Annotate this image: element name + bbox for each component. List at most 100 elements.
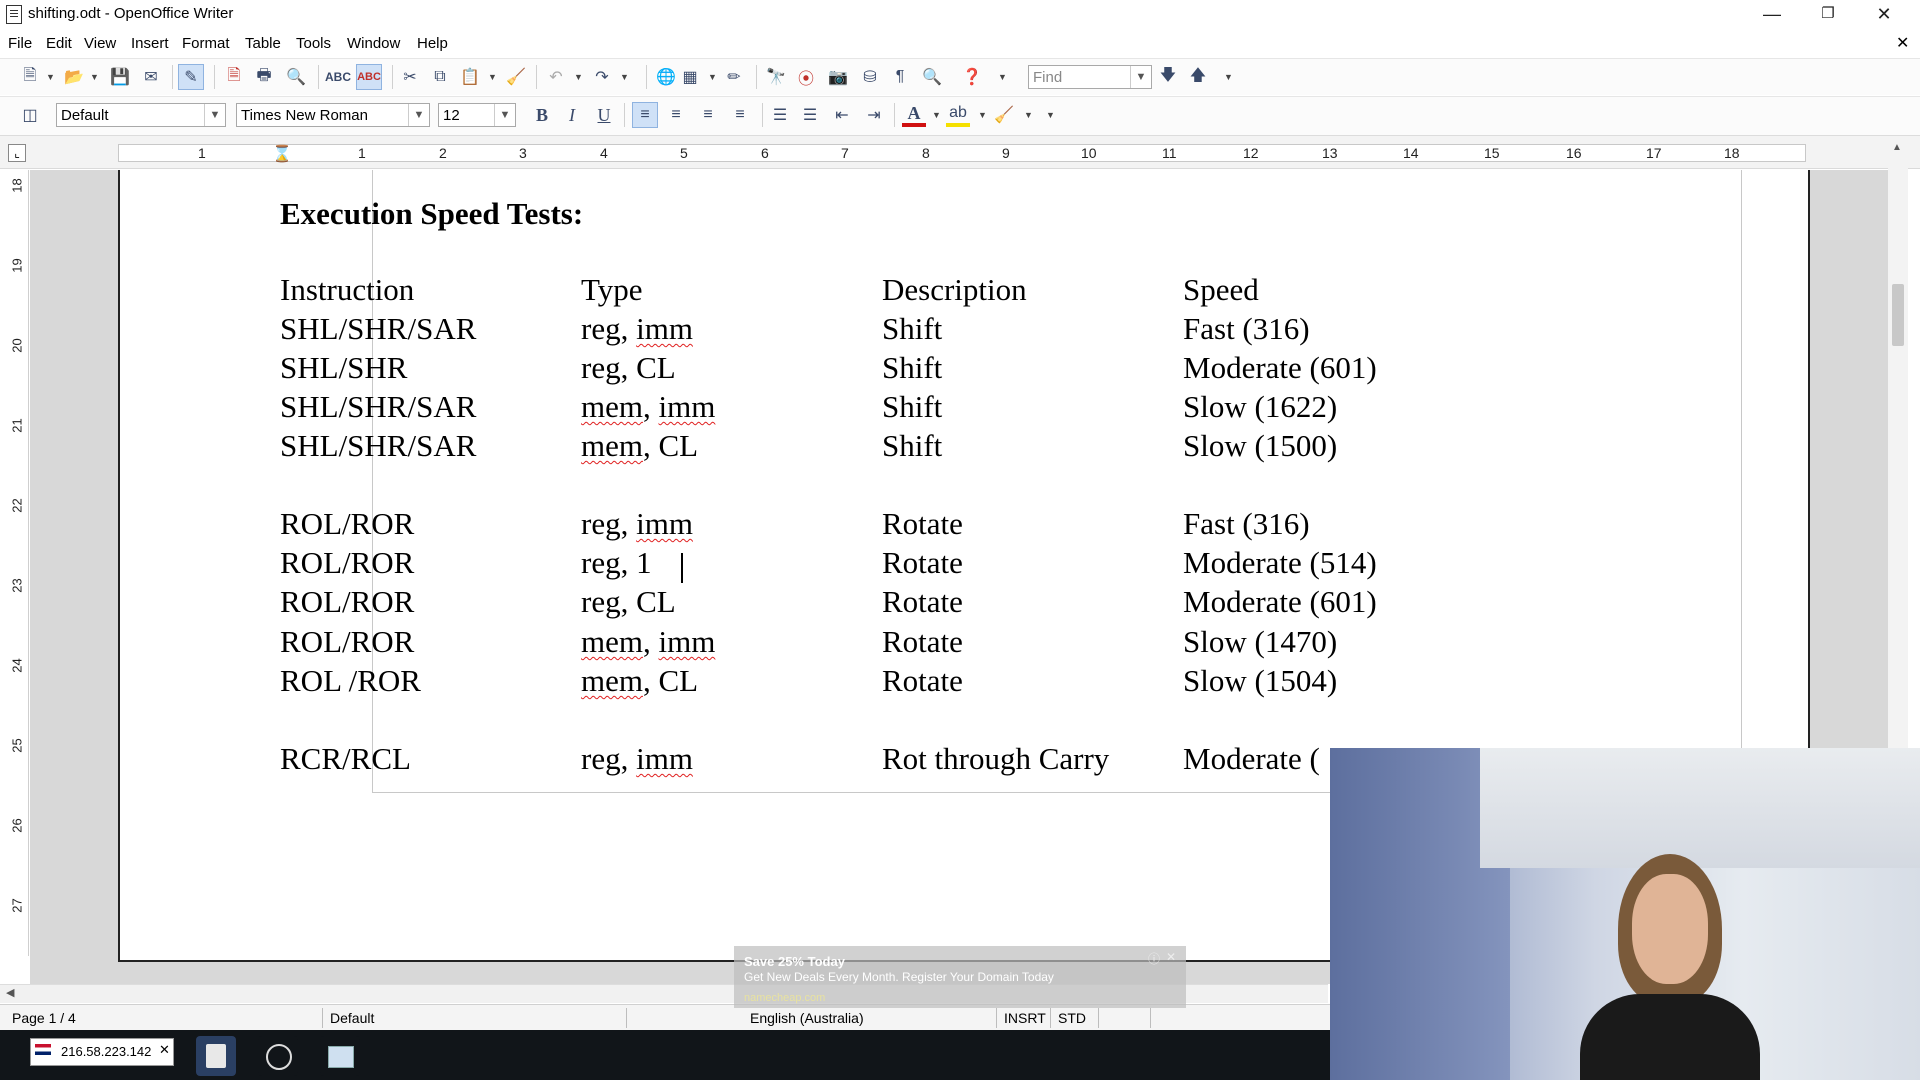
column-header[interactable]: Type	[581, 272, 643, 308]
table-cell[interactable]: Moderate (514)	[1183, 545, 1377, 581]
toolbar-options-icon[interactable]: ▼	[998, 65, 1007, 89]
table-cell[interactable]: Rotate	[882, 624, 963, 660]
navigator-icon[interactable]: ⦿	[794, 65, 818, 89]
table-cell[interactable]: reg, imm	[581, 506, 693, 542]
zoom-icon[interactable]: 🔍	[920, 65, 944, 89]
autospellcheck-icon[interactable]: ABC	[356, 64, 382, 90]
find-replace-icon[interactable]: 🔭	[764, 65, 788, 89]
table-cell[interactable]: SHL/SHR/SAR	[280, 428, 476, 464]
find-next-icon[interactable]: 🡇	[1156, 65, 1180, 89]
formatting-marks-icon[interactable]: ¶	[888, 65, 912, 89]
table-cell[interactable]: ROL/ROR	[280, 506, 414, 542]
font-name-select[interactable]: Times New Roman ▼	[236, 103, 430, 127]
column-header[interactable]: Speed	[1183, 272, 1259, 308]
find-dropdown-icon[interactable]: ▼	[1130, 66, 1151, 88]
new-document-icon[interactable]: 🗎	[18, 65, 42, 89]
print-preview-icon[interactable]: 🔍	[284, 65, 308, 89]
highlighting-dropdown-icon[interactable]: ▼	[978, 103, 987, 127]
menu-format[interactable]: Format	[182, 35, 230, 52]
table-cell[interactable]: Slow (1622)	[1183, 389, 1337, 425]
menu-table[interactable]: Table	[245, 35, 281, 52]
styles-formatting-icon[interactable]: ◫	[18, 103, 42, 127]
table-cell[interactable]: Moderate (	[1183, 741, 1320, 777]
table-dropdown-icon[interactable]: ▼	[708, 65, 717, 89]
save-icon[interactable]: 💾	[108, 65, 132, 89]
table-cell[interactable]: Shift	[882, 350, 942, 386]
menu-tools[interactable]: Tools	[296, 35, 331, 52]
table-cell[interactable]: Moderate (601)	[1183, 584, 1377, 620]
background-color-dropdown-icon[interactable]: ▼	[1024, 103, 1033, 127]
chevron-down-icon[interactable]: ▼	[408, 104, 429, 126]
table-cell[interactable]: reg, imm	[581, 311, 693, 347]
close-icon[interactable]: ✕	[159, 1042, 170, 1058]
close-window-button[interactable]: ✕	[1856, 0, 1912, 28]
table-cell[interactable]: Shift	[882, 389, 942, 425]
draw-functions-icon[interactable]: ✏	[722, 65, 746, 89]
table-cell[interactable]: mem, imm	[581, 389, 715, 425]
table-cell[interactable]: reg, CL	[581, 350, 676, 386]
chevron-down-icon[interactable]: ▼	[494, 104, 515, 126]
doc-heading[interactable]: Execution Speed Tests:	[280, 196, 583, 232]
table-cell[interactable]: Slow (1470)	[1183, 624, 1337, 660]
indent-marker-icon[interactable]: ⌛	[272, 144, 292, 164]
restore-button[interactable]: ❐	[1800, 0, 1856, 28]
paste-dropdown-icon[interactable]: ▼	[488, 65, 497, 89]
bold-button[interactable]: B	[530, 103, 554, 127]
horizontal-ruler[interactable]: ⌞ 1 1 2 3 4 5 6 7 8 9 10 11 12 13 14 15 16 17 18 ⌛	[0, 136, 1920, 169]
open-dropdown-icon[interactable]: ▼	[90, 65, 99, 89]
menu-insert[interactable]: Insert	[131, 35, 169, 52]
menu-file[interactable]: File	[8, 35, 32, 52]
font-size-select[interactable]: 12 ▼	[438, 103, 516, 127]
data-sources-icon[interactable]: ⛁	[858, 65, 882, 89]
close-document-icon[interactable]: ✕	[1896, 33, 1909, 53]
redo-icon[interactable]: ↷	[590, 65, 614, 89]
insert-mode[interactable]: INSRT	[1004, 1010, 1046, 1026]
table-cell[interactable]: ROL /ROR	[280, 663, 421, 699]
print-icon[interactable]: 🖶	[252, 65, 276, 89]
menu-edit[interactable]: Edit	[46, 35, 72, 52]
numbering-icon[interactable]: ☰	[768, 103, 792, 127]
column-header[interactable]: Instruction	[280, 272, 414, 308]
ad-close-icon[interactable]: ✕	[1166, 950, 1176, 964]
table-cell[interactable]: reg, CL	[581, 584, 676, 620]
page-indicator[interactable]: Page 1 / 4	[12, 1010, 76, 1026]
help-icon[interactable]: ❓	[960, 65, 984, 89]
spellcheck-icon[interactable]: ABC	[325, 65, 351, 89]
menu-window[interactable]: Window	[347, 35, 400, 52]
highlighting-icon[interactable]: ab	[946, 103, 970, 127]
menu-view[interactable]: View	[84, 35, 116, 52]
obs-taskbar-icon[interactable]	[258, 1036, 298, 1076]
table-cell[interactable]: Fast (316)	[1183, 506, 1310, 542]
italic-button[interactable]: I	[560, 103, 584, 127]
table-icon[interactable]: ▦	[678, 65, 702, 89]
font-color-icon[interactable]: A	[902, 103, 926, 127]
export-pdf-icon[interactable]: 🗎	[222, 65, 246, 89]
scroll-thumb[interactable]	[1892, 284, 1904, 346]
align-center-icon[interactable]: ≡	[664, 103, 688, 127]
table-cell[interactable]: Rotate	[882, 584, 963, 620]
hyperlink-icon[interactable]: 🌐	[654, 65, 678, 89]
page-style[interactable]: Default	[330, 1010, 374, 1026]
table-cell[interactable]: ROL/ROR	[280, 624, 414, 660]
background-color-icon[interactable]: 🧹	[992, 103, 1016, 127]
selection-mode[interactable]: STD	[1058, 1010, 1086, 1026]
table-cell[interactable]: ROL/ROR	[280, 545, 414, 581]
table-cell[interactable]: mem, CL	[581, 428, 698, 464]
table-cell[interactable]: Shift	[882, 428, 942, 464]
table-cell[interactable]: RCR/RCL	[280, 741, 411, 777]
paragraph-style-select[interactable]: Default ▼	[56, 103, 226, 127]
justify-icon[interactable]: ≡	[728, 103, 752, 127]
gallery-icon[interactable]: 📷	[826, 65, 850, 89]
window-taskbar-icon[interactable]	[320, 1036, 360, 1076]
table-cell[interactable]: Slow (1500)	[1183, 428, 1337, 464]
column-header[interactable]: Description	[882, 272, 1027, 308]
minimize-button[interactable]: —	[1744, 0, 1800, 28]
table-cell[interactable]: Slow (1504)	[1183, 663, 1337, 699]
table-cell[interactable]: SHL/SHR	[280, 350, 407, 386]
table-cell[interactable]: SHL/SHR/SAR	[280, 311, 476, 347]
tab-stop-type-icon[interactable]: ⌞	[8, 144, 26, 162]
open-icon[interactable]: 📂	[62, 65, 86, 89]
find-toolbar-options-icon[interactable]: ▼	[1224, 65, 1233, 89]
bullets-icon[interactable]: ☰	[798, 103, 822, 127]
copy-icon[interactable]: ⧉	[428, 65, 452, 89]
